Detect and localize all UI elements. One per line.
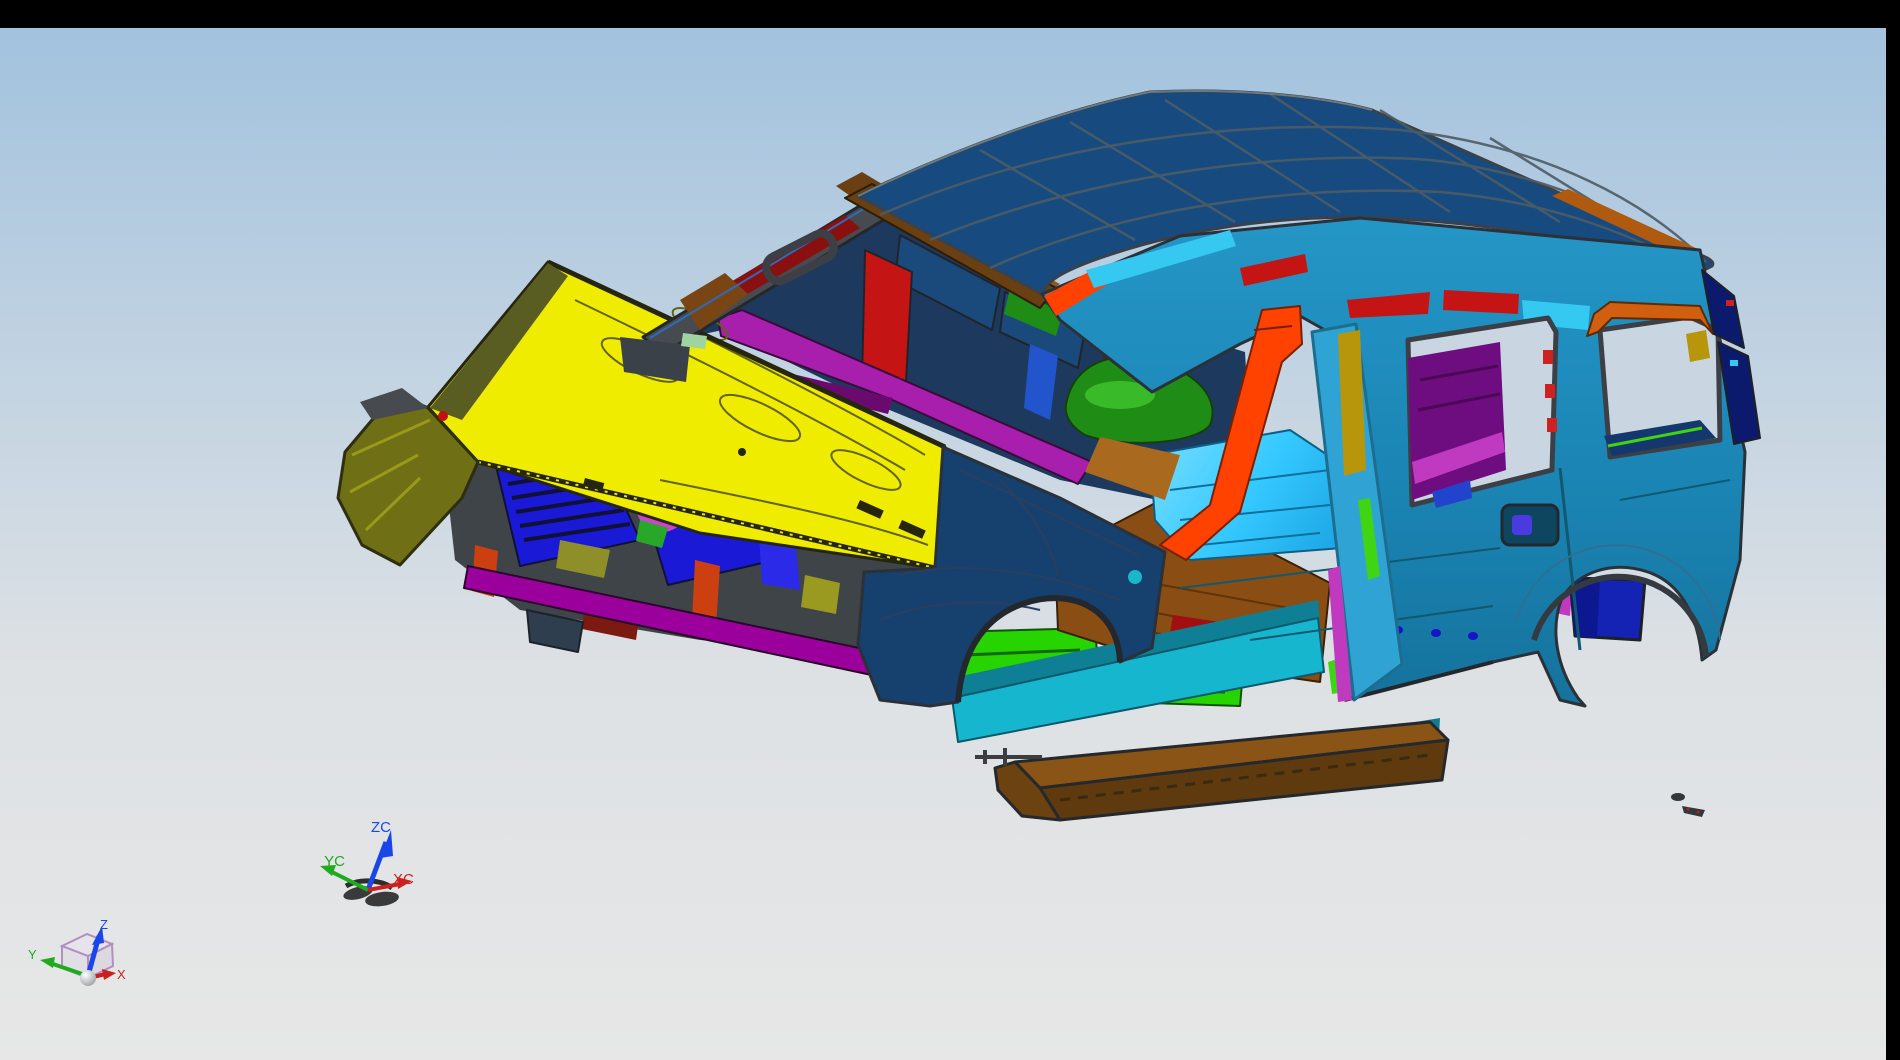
quarter-window[interactable] [1600,317,1720,457]
triad-origin-ball [80,970,96,986]
cad-3d-viewport[interactable]: ZC YC XC Z Y X [0,0,1900,1060]
handle-blue-part [1512,515,1532,535]
door-handle-pocket[interactable] [1502,505,1558,545]
view-label-z: Z [100,917,108,932]
pillar-chip-cyan [1730,360,1738,366]
clamp-red-dot [1697,811,1700,814]
wcs-label-yc: YC [324,853,345,870]
wcs-label-zc: ZC [371,819,391,836]
clamp-red-dot [1687,808,1690,811]
cad-application-window: ZC YC XC Z Y X [0,0,1900,1060]
pillar-chip-red [1726,300,1734,306]
fender-grommet [1128,570,1142,584]
wcs-label-xc: XC [393,871,414,888]
view-label-y: Y [28,947,37,962]
rail-red-segment [1443,290,1519,314]
right-black-bar [1886,0,1900,1060]
top-black-bar [0,0,1900,28]
view-label-x: X [117,967,126,982]
fender-red-mark [438,411,448,421]
window-bracket-tab [1686,330,1710,362]
